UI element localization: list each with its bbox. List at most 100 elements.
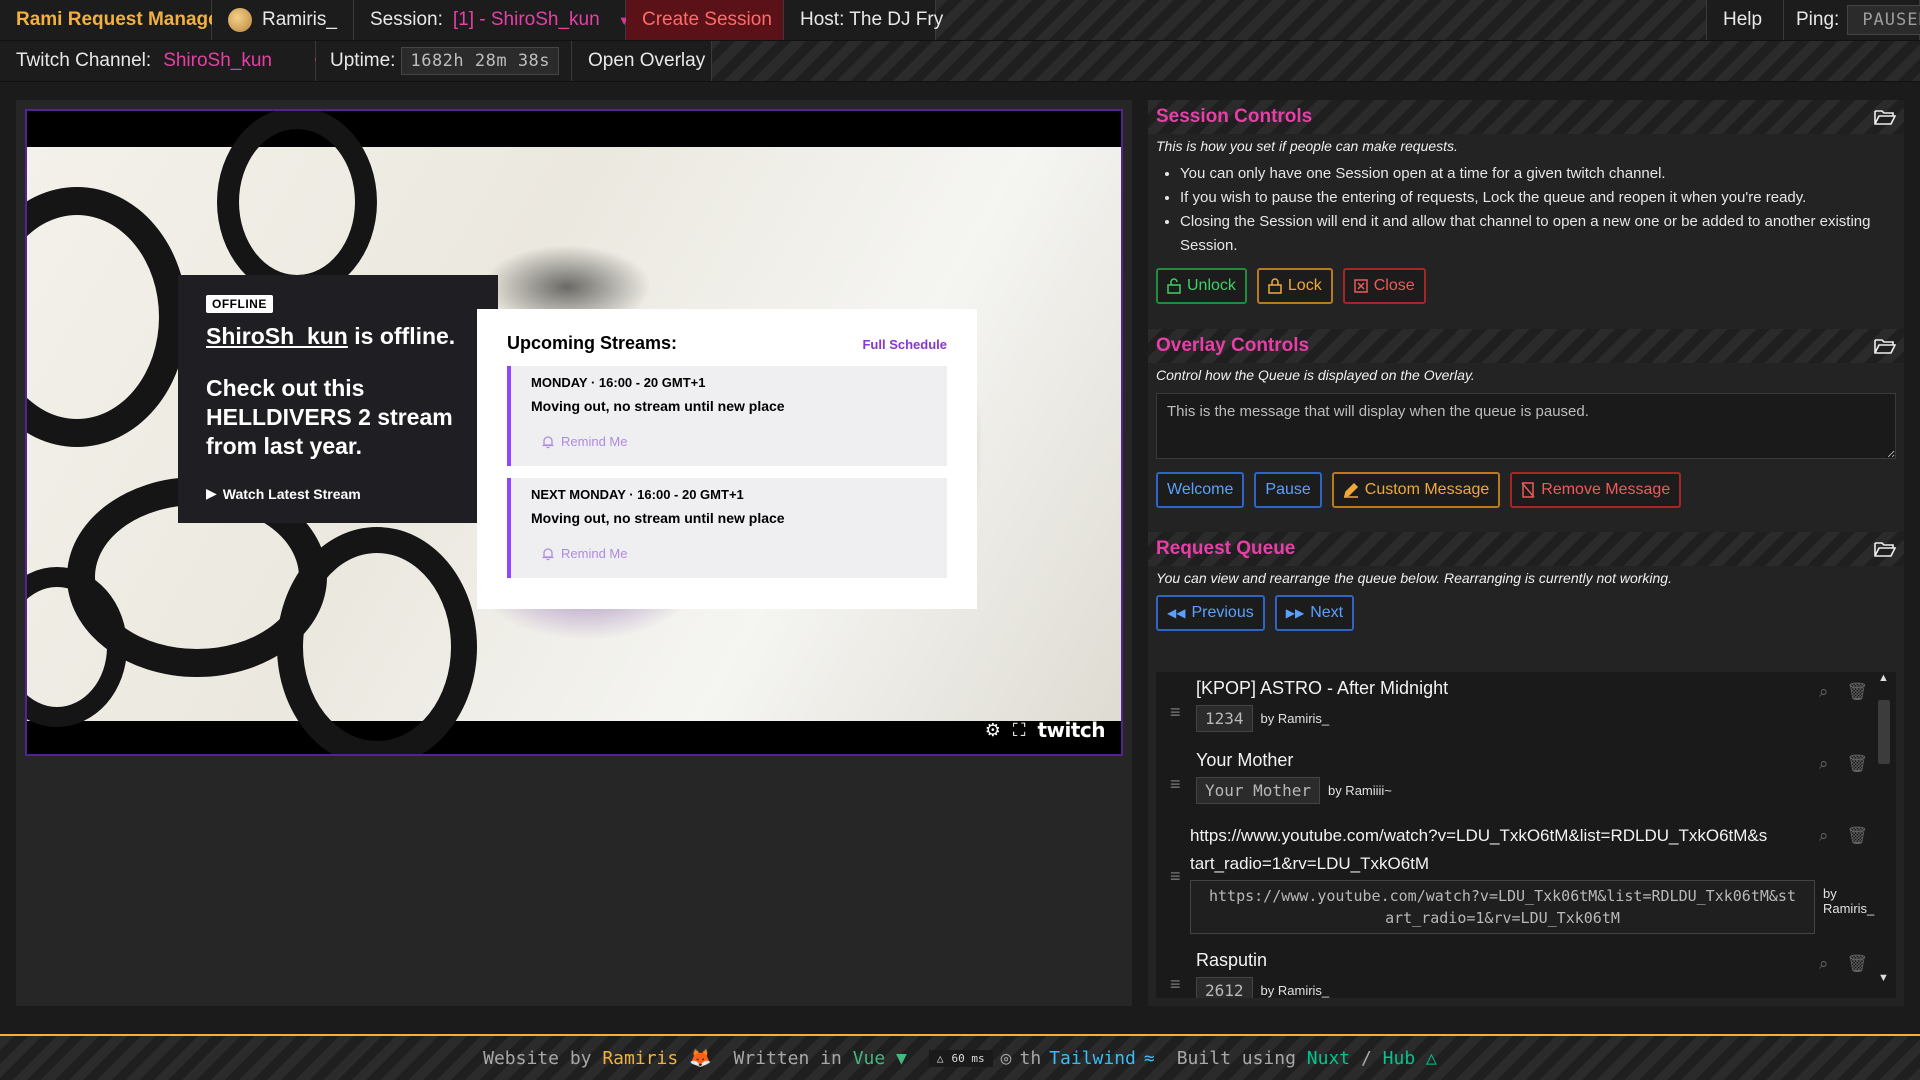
- trash-icon[interactable]: 🗑: [1846, 826, 1868, 846]
- full-schedule-link[interactable]: Full Schedule: [862, 337, 947, 352]
- welcome-button[interactable]: Welcome: [1156, 472, 1245, 508]
- fps-meter: △ 60 ms: [928, 1049, 993, 1067]
- pause-message-input[interactable]: [1156, 393, 1896, 459]
- remind-me-button[interactable]: Remind Me: [541, 546, 927, 561]
- schedule-item: NEXT MONDAY · 16:00 - 20 GMT+1 Moving ou…: [507, 478, 947, 578]
- footer-credit: Website by Ramiris 🦊: [483, 1047, 712, 1069]
- request-key: https://www.youtube.com/watch?v=LDU_Txk0…: [1190, 880, 1815, 934]
- channel-bar: Twitch Channel: ShiroSh_kun ▼ Uptime: 16…: [0, 41, 1920, 82]
- watch-latest-stream-link[interactable]: ▶ Watch Latest Stream: [206, 485, 470, 502]
- avatar: [228, 8, 252, 32]
- previous-button[interactable]: ◀◀ Previous: [1156, 595, 1265, 631]
- folder-open-icon[interactable]: [1874, 337, 1896, 355]
- fox-icon: 🦊: [689, 1047, 712, 1069]
- footer-written: Written in Vue ▼: [733, 1047, 907, 1069]
- chevron-up-icon[interactable]: ▲: [1878, 672, 1889, 684]
- schedule-item: MONDAY · 16:00 - 20 GMT+1 Moving out, no…: [507, 366, 947, 466]
- offline-badge: OFFLINE: [206, 295, 273, 313]
- player-panel: OFFLINE ShiroSh_kun is offline. Check ou…: [16, 100, 1132, 1006]
- remind-me-button[interactable]: Remind Me: [541, 434, 927, 449]
- folder-open-icon[interactable]: [1874, 108, 1896, 126]
- lock-icon: [1268, 278, 1282, 294]
- trash-icon[interactable]: 🗑: [1846, 954, 1868, 974]
- search-queue-icon[interactable]: ⌕: [1819, 954, 1829, 974]
- search-queue-icon[interactable]: ⌕: [1819, 682, 1829, 702]
- request-queue-header: Request Queue: [1148, 532, 1904, 566]
- custom-message-button[interactable]: Custom Message: [1331, 472, 1501, 508]
- unlock-button[interactable]: Unlock: [1156, 268, 1247, 304]
- lock-button[interactable]: Lock: [1256, 268, 1333, 304]
- queue-scrollbar[interactable]: ▲ ▼: [1878, 672, 1890, 984]
- request-key: 1234: [1196, 705, 1253, 732]
- drag-handle-icon[interactable]: ≡: [1170, 974, 1181, 995]
- request-key: Your Mother: [1196, 777, 1320, 804]
- twitch-logo[interactable]: twitch: [1037, 718, 1105, 742]
- section-title: Overlay Controls: [1156, 335, 1310, 356]
- fullscreen-icon[interactable]: ⛶: [1013, 720, 1026, 741]
- drag-handle-icon[interactable]: ≡: [1170, 774, 1181, 795]
- drag-handle-icon[interactable]: ≡: [1170, 702, 1181, 723]
- queue-item[interactable]: ≡ Your Mother Your Mother by Ramiiii~ ⌕ …: [1156, 744, 1896, 816]
- nuxt-link[interactable]: Nuxt: [1307, 1048, 1350, 1069]
- bell-icon: [542, 547, 554, 560]
- search-queue-icon[interactable]: ⌕: [1819, 754, 1829, 774]
- header-spacer: [936, 0, 1706, 40]
- rewind-icon: ◀◀: [1167, 606, 1186, 620]
- scroll-thumb[interactable]: [1878, 700, 1890, 764]
- next-button[interactable]: ▶▶ Next: [1274, 595, 1355, 631]
- folder-open-icon[interactable]: [1874, 540, 1896, 558]
- create-session-button[interactable]: Create Session: [626, 0, 784, 40]
- queue-list[interactable]: ≡ [KPOP] ASTRO - After Midnight 1234 by …: [1156, 672, 1896, 998]
- close-button[interactable]: Close: [1342, 268, 1426, 304]
- twitch-embed[interactable]: OFFLINE ShiroSh_kun is offline. Check ou…: [25, 109, 1123, 756]
- author-link[interactable]: Ramiris: [602, 1048, 678, 1069]
- footer-tailwind: △ 60 ms ◎ th Tailwind ≈: [928, 1047, 1155, 1069]
- channel-link[interactable]: ShiroSh_kun: [206, 323, 348, 349]
- offline-title: ShiroSh_kun is offline.: [206, 323, 456, 349]
- trash-icon[interactable]: 🗑: [1846, 682, 1868, 702]
- nuxt-devtools-icon: △: [936, 1051, 944, 1065]
- bell-icon: [542, 435, 554, 448]
- channel-bar-spacer: [712, 41, 1920, 81]
- promo-text: Check out this HELLDIVERS 2 stream from …: [206, 375, 453, 459]
- player-controls: ⚙ ⛶ twitch: [985, 718, 1106, 742]
- remove-message-icon: [1521, 482, 1535, 498]
- tailwind-icon: ≈: [1143, 1047, 1155, 1069]
- uptime-value: 1682h 28m 38s: [401, 47, 560, 75]
- overlay-controls-header: Overlay Controls: [1148, 329, 1904, 363]
- section-title: Session Controls: [1156, 106, 1313, 127]
- search-queue-icon[interactable]: ⌕: [1819, 826, 1829, 846]
- vue-link[interactable]: Vue: [853, 1048, 886, 1069]
- pause-button[interactable]: Pause: [1254, 472, 1322, 508]
- host-label[interactable]: Host: The DJ Fry: [784, 0, 943, 40]
- ink-stroke: [277, 527, 477, 754]
- ink-stroke: [217, 111, 377, 297]
- help-button[interactable]: Help: [1706, 0, 1784, 40]
- offline-card: OFFLINE ShiroSh_kun is offline. Check ou…: [178, 275, 498, 523]
- queue-item[interactable]: ≡ Rasputin 2612 by Ramiris_ ⌕ 🗑: [1156, 944, 1896, 998]
- twitch-channel-select[interactable]: Twitch Channel: ShiroSh_kun ▼: [0, 41, 325, 81]
- pencil-icon: [1343, 482, 1358, 498]
- overlay-controls-body: Control how the Queue is displayed on th…: [1148, 363, 1904, 508]
- trash-icon[interactable]: 🗑: [1846, 754, 1868, 774]
- remove-message-button[interactable]: Remove Message: [1510, 472, 1682, 508]
- vue-icon: ▼: [896, 1047, 907, 1069]
- ping-status: Ping: PAUSED: [1784, 0, 1920, 40]
- session-controls-header: Session Controls: [1148, 100, 1904, 134]
- queue-item[interactable]: ≡ https://www.youtube.com/watch?v=LDU_Tx…: [1156, 816, 1896, 944]
- session-select[interactable]: Session: [1] - ShiroSh_kun ▼: [354, 0, 631, 40]
- chevron-down-icon[interactable]: ▼: [1878, 972, 1889, 984]
- app-title: Rami Request Manager: [0, 0, 226, 40]
- upcoming-streams-card: Upcoming Streams: Full Schedule MONDAY ·…: [477, 309, 977, 609]
- user-menu[interactable]: Ramiris_: [212, 0, 354, 40]
- close-square-icon: [1353, 279, 1368, 293]
- hub-link[interactable]: Hub: [1383, 1048, 1416, 1069]
- gear-icon[interactable]: ⚙: [985, 720, 1001, 741]
- open-overlay-button[interactable]: Open Overlay: [572, 41, 712, 81]
- drag-handle-icon[interactable]: ≡: [1170, 866, 1181, 887]
- queue-item[interactable]: ≡ [KPOP] ASTRO - After Midnight 1234 by …: [1156, 672, 1896, 744]
- controls-panel: Session Controls This is how you set if …: [1148, 100, 1904, 1006]
- ping-value: PAUSED: [1847, 5, 1920, 35]
- session-rules: You can only have one Session open at a …: [1180, 162, 1896, 258]
- tailwind-link[interactable]: Tailwind: [1049, 1048, 1136, 1069]
